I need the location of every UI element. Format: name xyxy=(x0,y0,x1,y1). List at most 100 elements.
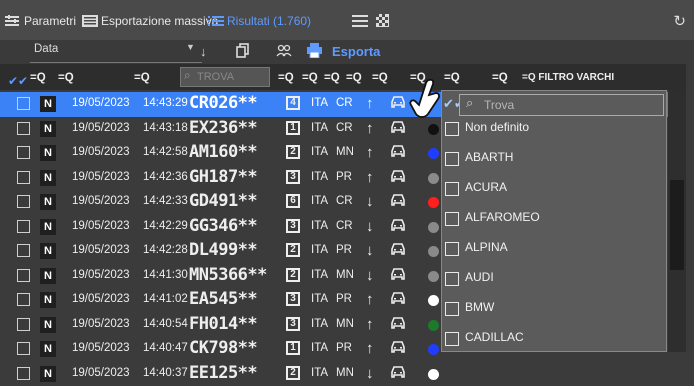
menu-lines-icon[interactable] xyxy=(352,15,368,27)
arrow-down-icon: ↓ xyxy=(366,365,374,382)
car-icon xyxy=(390,291,406,308)
option-checkbox[interactable] xyxy=(445,332,459,346)
option-checkbox[interactable] xyxy=(445,272,459,286)
tab-parametri[interactable]: Parametri xyxy=(4,14,76,28)
filter-icon[interactable]: =Q xyxy=(58,72,74,84)
row-checkbox[interactable] xyxy=(17,318,30,331)
tab-risultati[interactable]: Risultati (1.760) xyxy=(207,14,311,28)
printer-icon[interactable] xyxy=(307,43,322,58)
row-country: ITA xyxy=(311,293,328,305)
option-checkbox[interactable] xyxy=(445,122,459,136)
option-checkbox[interactable] xyxy=(445,152,459,166)
filtro-varchi-button[interactable]: =Q FILTRO VARCHI xyxy=(522,72,614,83)
n-badge: N xyxy=(40,121,56,137)
row-country: ITA xyxy=(311,122,328,134)
page-scrollbar[interactable] xyxy=(686,64,694,352)
row-checkbox[interactable] xyxy=(17,220,30,233)
make-option[interactable]: Non definito xyxy=(445,118,663,148)
arrow-down-icon: ↓ xyxy=(366,193,374,210)
filter-icon[interactable]: =Q xyxy=(302,72,318,84)
n-badge: N xyxy=(40,170,56,186)
arrow-up-icon: ↑ xyxy=(366,95,374,112)
row-checkbox[interactable] xyxy=(17,171,30,184)
lane-icon: 3 xyxy=(286,317,300,331)
make-option[interactable]: AUDI xyxy=(445,268,663,298)
n-badge: N xyxy=(40,341,56,357)
row-checkbox[interactable] xyxy=(17,244,30,257)
filter-icon[interactable]: =Q xyxy=(492,72,508,84)
row-time: 14:42:58 xyxy=(143,146,188,158)
n-badge: N xyxy=(40,268,56,284)
row-checkbox[interactable] xyxy=(17,367,30,380)
option-label: CADILLAC xyxy=(465,330,524,344)
row-plate: EX236** xyxy=(189,118,257,138)
sort-down-icon[interactable]: ↓ xyxy=(200,44,207,59)
select-all-check-icon[interactable]: ✔✔ xyxy=(8,74,28,88)
color-dot xyxy=(428,344,439,355)
arrow-down-icon: ↓ xyxy=(366,242,374,259)
filter-icon[interactable]: =Q xyxy=(346,72,362,84)
lane-icon: 2 xyxy=(286,366,300,380)
row-checkbox[interactable] xyxy=(17,97,30,110)
plate-search-input[interactable]: TROVA xyxy=(180,67,270,87)
option-checkbox[interactable] xyxy=(445,212,459,226)
row-province: PR xyxy=(336,171,352,183)
filter-icon[interactable]: =Q xyxy=(30,72,46,84)
car-icon xyxy=(390,340,406,357)
row-time: 14:40:54 xyxy=(143,318,188,330)
row-plate: GD491** xyxy=(189,191,257,211)
tab-risultati-label: Risultati (1.760) xyxy=(227,14,311,28)
row-checkbox[interactable] xyxy=(17,195,30,208)
n-badge: N xyxy=(40,145,56,161)
filter-icon[interactable]: =Q xyxy=(324,72,340,84)
row-checkbox[interactable] xyxy=(17,293,30,306)
car-icon xyxy=(390,316,406,333)
make-option[interactable]: ALPINA xyxy=(445,238,663,268)
option-label: ACURA xyxy=(465,180,507,194)
row-date: 19/05/2023 xyxy=(72,269,130,281)
row-checkbox[interactable] xyxy=(17,122,30,135)
make-option[interactable]: ALFAROMEO xyxy=(445,208,663,238)
option-checkbox[interactable] xyxy=(445,182,459,196)
row-checkbox[interactable] xyxy=(17,342,30,355)
row-country: ITA xyxy=(311,195,328,207)
dropdown-scrollbar-thumb[interactable] xyxy=(670,180,684,270)
users-icon[interactable] xyxy=(276,44,292,57)
filter-icon[interactable]: =Q xyxy=(278,72,294,84)
make-option[interactable]: CADILLAC xyxy=(445,328,663,358)
esporta-button[interactable]: Esporta xyxy=(332,44,380,59)
option-checkbox[interactable] xyxy=(445,242,459,256)
row-province: MN xyxy=(336,146,354,158)
car-icon xyxy=(390,218,406,235)
option-checkbox[interactable] xyxy=(445,302,459,316)
row-country: ITA xyxy=(311,367,328,379)
row-time: 14:41:02 xyxy=(143,293,188,305)
arrow-up-icon: ↑ xyxy=(366,169,374,186)
row-checkbox[interactable] xyxy=(17,146,30,159)
n-badge: N xyxy=(40,366,56,382)
filter-icon[interactable]: =Q xyxy=(372,72,388,84)
color-dot xyxy=(428,271,439,282)
row-date: 19/05/2023 xyxy=(72,195,130,207)
make-option[interactable]: ACURA xyxy=(445,178,663,208)
refresh-icon[interactable]: ↻ xyxy=(673,12,686,30)
filter-icon[interactable]: =Q xyxy=(134,72,150,84)
make-option[interactable]: ABARTH xyxy=(445,148,663,178)
make-search-input[interactable]: Trova xyxy=(459,94,664,116)
row-time: 14:43:29 xyxy=(143,97,188,109)
row-province: CR xyxy=(336,195,353,207)
row-checkbox[interactable] xyxy=(17,269,30,282)
tab-esportazione-massiva[interactable]: Esportazione massiva xyxy=(81,14,218,28)
table-row[interactable]: N19/05/202314:40:37EE125**2ITAMN↓ xyxy=(0,362,694,386)
row-date: 19/05/2023 xyxy=(72,293,130,305)
make-option[interactable]: BMW xyxy=(445,298,663,328)
copy-icon[interactable] xyxy=(236,43,249,58)
row-country: ITA xyxy=(311,269,328,281)
row-date: 19/05/2023 xyxy=(72,97,130,109)
results-list-icon xyxy=(207,15,225,27)
checkered-flag-icon[interactable] xyxy=(376,14,389,27)
color-dot xyxy=(428,197,439,208)
color-dot xyxy=(428,295,439,306)
row-date: 19/05/2023 xyxy=(72,318,130,330)
color-dot xyxy=(428,148,439,159)
